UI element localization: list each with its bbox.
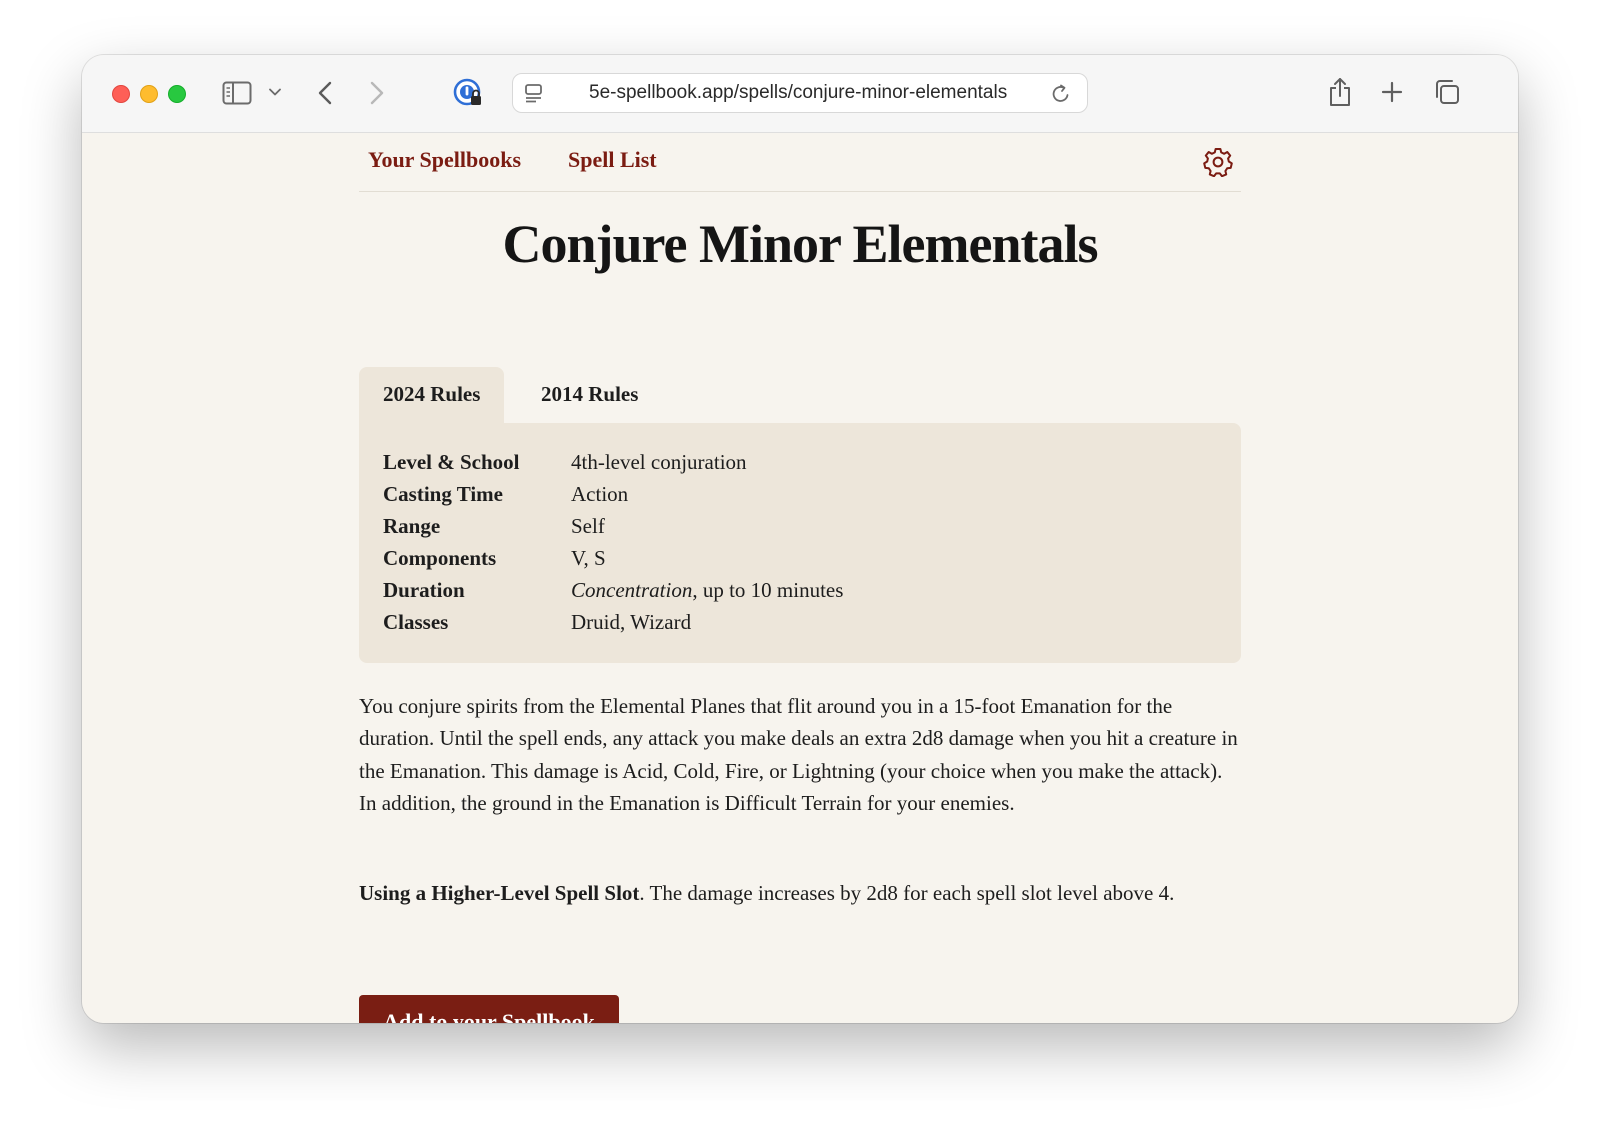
- sidebar-icon[interactable]: [222, 80, 252, 106]
- site-settings-icon[interactable]: [523, 82, 545, 104]
- higher-level-label: Using a Higher-Level Spell Slot: [359, 881, 640, 905]
- address-bar[interactable]: 5e-spellbook.app/spells/conjure-minor-el…: [512, 73, 1088, 113]
- reload-icon[interactable]: [1049, 82, 1073, 106]
- stat-label: Components: [383, 546, 497, 570]
- page-content: Your Spellbooks Spell List Conjure Minor…: [359, 133, 1241, 1023]
- nav-your-spellbooks[interactable]: Your Spellbooks: [368, 147, 521, 173]
- spell-title: Conjure Minor Elementals: [502, 214, 1099, 274]
- url-text[interactable]: 5e-spellbook.app/spells/conjure-minor-el…: [589, 74, 1007, 112]
- add-to-spellbook-button[interactable]: Add to your Spellbook: [359, 995, 619, 1023]
- stat-value-rest: , up to 10 minutes: [692, 578, 844, 602]
- close-window-button[interactable]: [112, 85, 130, 103]
- stat-value: Action: [571, 482, 629, 506]
- higher-level-text: . The damage increases by 2d8 for each s…: [639, 881, 1175, 905]
- settings-gear-svg: [1203, 148, 1233, 178]
- browser-toolbar: 5e-spellbook.app/spells/conjure-minor-el…: [82, 55, 1518, 133]
- stat-value: Concentration, up to 10 minutes: [571, 578, 843, 602]
- stat-value: 4th-level conjuration: [571, 450, 747, 474]
- spell-description: You conjure spirits from the Elemental P…: [359, 694, 1238, 816]
- new-tab-icon[interactable]: [1379, 79, 1405, 105]
- stat-row-duration: Duration Concentration, up to 10 minutes: [383, 574, 843, 606]
- share-icon[interactable]: [1326, 75, 1354, 109]
- zoom-window-button[interactable]: [168, 85, 186, 103]
- stat-label: Classes: [383, 610, 449, 634]
- stat-label: Level & School: [383, 450, 520, 474]
- chevron-down-icon[interactable]: [268, 85, 282, 99]
- stat-value: Druid, Wizard: [571, 610, 692, 634]
- spell-stats-panel: Level & School 4th-level conjuration Cast…: [359, 423, 1241, 663]
- tab-2014-rules[interactable]: 2014 Rules: [517, 367, 662, 423]
- stat-row-range: Range Self: [383, 510, 605, 542]
- minimize-window-button[interactable]: [140, 85, 158, 103]
- password-manager-icon[interactable]: [452, 77, 484, 109]
- stat-row-level-school: Level & School 4th-level conjuration: [383, 446, 747, 478]
- web-page: Your Spellbooks Spell List Conjure Minor…: [82, 133, 1518, 1023]
- stat-row-components: Components V, S: [383, 542, 606, 574]
- forward-arrow-icon[interactable]: [366, 79, 388, 107]
- browser-window: 5e-spellbook.app/spells/conjure-minor-el…: [82, 55, 1518, 1023]
- stat-value: V, S: [571, 546, 606, 570]
- nav-spell-list[interactable]: Spell List: [568, 147, 657, 173]
- tab-2024-rules[interactable]: 2024 Rules: [359, 367, 505, 423]
- stat-label: Duration: [383, 578, 465, 602]
- higher-level-paragraph: Using a Higher-Level Spell Slot. The dam…: [359, 877, 1241, 909]
- stat-value: Self: [571, 514, 605, 538]
- stat-label: Casting Time: [383, 482, 503, 506]
- stat-value-italic: Concentration: [571, 578, 693, 602]
- tab-overview-icon[interactable]: [1432, 77, 1462, 107]
- back-arrow-icon[interactable]: [314, 79, 336, 107]
- stat-row-casting-time: Casting Time Action: [383, 478, 628, 510]
- stat-label: Range: [383, 514, 441, 538]
- site-nav: Your Spellbooks Spell List: [359, 133, 1241, 192]
- rules-tabs: 2024 Rules 2014 Rules: [359, 367, 1241, 423]
- gear-icon[interactable]: [1203, 147, 1233, 178]
- stat-row-classes: Classes Druid, Wizard: [383, 606, 691, 638]
